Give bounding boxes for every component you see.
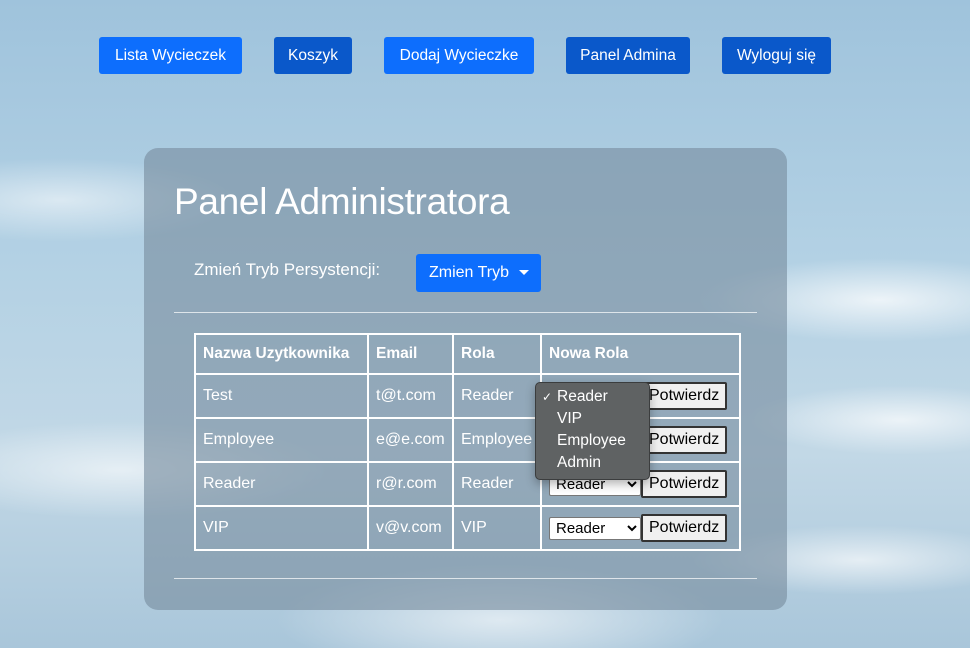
cell-email: e@e.com	[367, 417, 454, 463]
confirm-button[interactable]: Potwierdz	[641, 382, 728, 410]
table-row: VIP v@v.com VIP Reader Potwierdz	[194, 505, 741, 551]
divider-top	[174, 312, 757, 313]
dropdown-option-vip[interactable]: VIP	[536, 408, 649, 430]
confirm-button[interactable]: Potwierdz	[641, 470, 728, 498]
divider-bottom	[174, 578, 757, 579]
nav-lista-wycieczek-button[interactable]: Lista Wycieczek	[99, 37, 242, 74]
dropdown-option-employee[interactable]: Employee	[536, 430, 649, 452]
dropdown-option-admin[interactable]: Admin	[536, 452, 649, 474]
cell-role: Employee	[452, 417, 542, 463]
cell-username: Employee	[194, 417, 369, 463]
nav-koszyk-button[interactable]: Koszyk	[274, 37, 352, 74]
table-row: Employee e@e.com Employee Reader Potwierd…	[194, 417, 741, 463]
cell-email: t@t.com	[367, 373, 454, 419]
header-role: Rola	[452, 333, 542, 375]
dropdown-option-label: Admin	[557, 454, 601, 471]
table-header-row: Nazwa Uzytkownika Email Rola Nowa Rola	[194, 333, 741, 375]
confirm-button[interactable]: Potwierdz	[641, 514, 728, 542]
top-navigation: Lista Wycieczek Koszyk Dodaj Wycieczke P…	[0, 37, 970, 74]
new-role-select[interactable]: Reader	[549, 516, 641, 540]
checkmark-icon: ✓	[542, 390, 553, 404]
cell-new-role: Reader Potwierdz	[540, 505, 741, 551]
users-table: Nazwa Uzytkownika Email Rola Nowa Rola T…	[194, 333, 741, 551]
cell-role: Reader	[452, 373, 542, 419]
dropdown-option-reader[interactable]: ✓ Reader	[536, 386, 649, 408]
dropdown-option-label: Employee	[557, 432, 626, 449]
cell-email: v@v.com	[367, 505, 454, 551]
cell-username: Test	[194, 373, 369, 419]
nav-dodaj-wycieczke-button[interactable]: Dodaj Wycieczke	[384, 37, 534, 74]
cell-username: VIP	[194, 505, 369, 551]
dropdown-option-label: VIP	[557, 410, 582, 427]
dropdown-option-label: Reader	[557, 388, 608, 405]
header-username: Nazwa Uzytkownika	[194, 333, 369, 375]
persistence-mode-label: Zmień Tryb Persystencji:	[194, 260, 381, 279]
cell-role: VIP	[452, 505, 542, 551]
nav-wyloguj-button[interactable]: Wyloguj się	[722, 37, 831, 74]
nav-panel-admina-button[interactable]: Panel Admina	[566, 37, 690, 74]
role-dropdown-menu: ✓ Reader VIP Employee Admin	[535, 382, 650, 480]
header-new-role: Nowa Rola	[540, 333, 741, 375]
cell-email: r@r.com	[367, 461, 454, 507]
admin-panel: Panel Administratora Zmień Tryb Persyste…	[144, 148, 787, 610]
cell-role: Reader	[452, 461, 542, 507]
confirm-button[interactable]: Potwierdz	[641, 426, 728, 454]
change-mode-label: Zmien Tryb	[429, 264, 510, 281]
caret-down-icon	[519, 270, 529, 275]
page-title: Panel Administratora	[174, 181, 510, 222]
cell-username: Reader	[194, 461, 369, 507]
table-row: Test t@t.com Reader Reader Potwierdz	[194, 373, 741, 419]
header-email: Email	[367, 333, 454, 375]
change-mode-dropdown-button[interactable]: Zmien Tryb	[416, 254, 541, 292]
table-row: Reader r@r.com Reader Reader Potwierdz	[194, 461, 741, 507]
